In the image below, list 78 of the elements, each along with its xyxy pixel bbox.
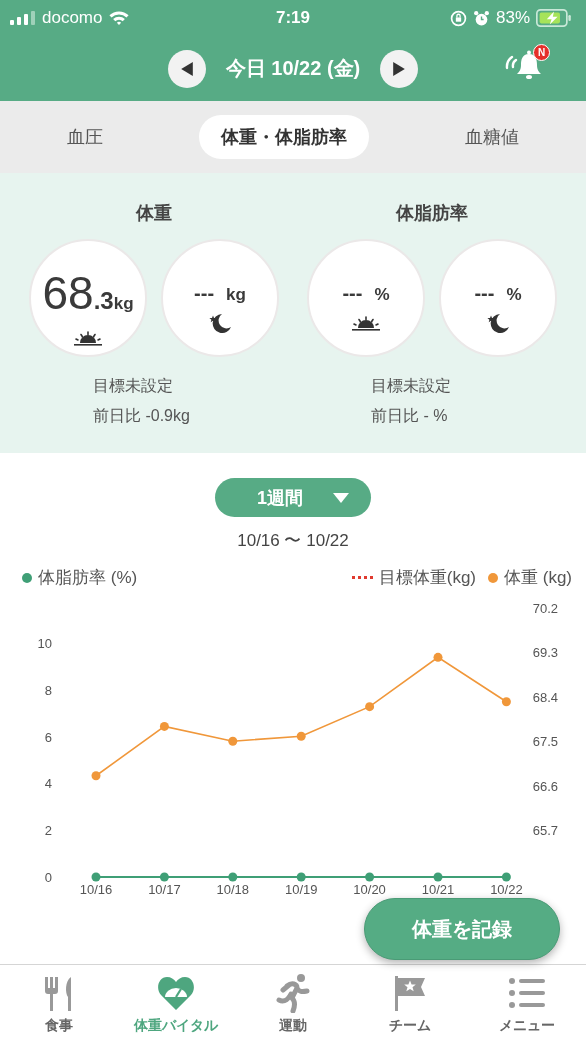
data-point bbox=[159, 721, 169, 731]
metric-title: 体脂肪率 bbox=[396, 202, 468, 225]
data-point bbox=[433, 872, 443, 882]
date-range: 10/16 〜 10/22 bbox=[237, 530, 349, 552]
category-tab[interactable]: 血圧 bbox=[45, 115, 125, 159]
nav-tab[interactable]: メニュー bbox=[468, 965, 586, 1042]
day-difference: 前日比 - % bbox=[371, 406, 449, 426]
rotation-lock-icon bbox=[449, 9, 467, 27]
metric-title: 体重 bbox=[136, 202, 172, 225]
nav-tab[interactable]: 運動 bbox=[234, 965, 352, 1042]
left-triangle-icon bbox=[180, 61, 193, 76]
sunrise-icon bbox=[73, 330, 103, 348]
axis-tick-label: 10/22 bbox=[490, 882, 523, 897]
axis-tick-label: 10 bbox=[37, 636, 52, 651]
axis-tick-label: 4 bbox=[44, 776, 52, 792]
reading-circle[interactable]: 68.3kg bbox=[29, 239, 147, 357]
data-point bbox=[91, 872, 101, 882]
legend-label: 目標体重(kg) bbox=[378, 567, 476, 589]
next-day-button[interactable] bbox=[380, 49, 419, 88]
goal-status: 目標未設定 bbox=[371, 376, 452, 396]
previous-day-button[interactable] bbox=[167, 49, 206, 88]
alarm-icon bbox=[472, 9, 490, 27]
axis-tick-label: 69.3 bbox=[532, 645, 558, 661]
data-point bbox=[433, 652, 443, 662]
battery-percent: 83% bbox=[495, 8, 530, 28]
reading-value: --- % bbox=[474, 281, 522, 305]
moon-star-icon bbox=[209, 312, 231, 333]
notification-bell-icon[interactable] bbox=[504, 48, 544, 82]
battery-icon bbox=[536, 9, 572, 27]
axis-tick-label: 6 bbox=[44, 729, 52, 745]
data-point bbox=[296, 731, 306, 741]
data-point bbox=[501, 872, 511, 882]
carrier-name: docomo bbox=[42, 8, 103, 28]
data-point bbox=[159, 872, 169, 882]
axis-tick-label: 68.4 bbox=[532, 689, 558, 705]
data-point bbox=[228, 872, 238, 882]
data-point bbox=[228, 736, 238, 746]
axis-tick-label: 2 bbox=[44, 823, 52, 839]
data-point bbox=[365, 872, 375, 882]
reading-value: --- kg bbox=[194, 281, 246, 305]
moon-star-icon bbox=[487, 312, 509, 333]
reading-circle[interactable]: --- kg bbox=[161, 239, 279, 357]
notification-badge: N bbox=[533, 44, 550, 61]
axis-tick-label: 70.2 bbox=[532, 601, 558, 616]
right-triangle-icon bbox=[393, 61, 406, 76]
data-point bbox=[296, 872, 306, 882]
category-tab[interactable]: 血糖値 bbox=[443, 115, 541, 159]
axis-tick-label: 10/16 bbox=[79, 882, 113, 897]
current-date: 今日 10/22 (金) bbox=[225, 56, 361, 81]
axis-tick-label: 0 bbox=[44, 870, 52, 885]
reading-circle[interactable]: --- % bbox=[307, 239, 425, 357]
axis-tick-label: 67.5 bbox=[532, 734, 558, 750]
reading-circle[interactable]: --- % bbox=[439, 239, 557, 357]
data-point bbox=[365, 702, 375, 712]
caret-icon bbox=[333, 492, 349, 503]
axis-tick-label: 10/20 bbox=[353, 882, 386, 897]
axis-tick-label: 10/18 bbox=[216, 882, 250, 897]
legend-label: 体重 (kg) bbox=[504, 567, 572, 589]
data-point bbox=[501, 697, 511, 707]
legend-label: 体脂肪率 (%) bbox=[38, 567, 138, 589]
signal-icon bbox=[10, 11, 36, 25]
nav-tab[interactable]: 食事 bbox=[0, 965, 118, 1042]
reading-value: 68.3kg bbox=[42, 266, 134, 320]
axis-tick-label: 65.7 bbox=[532, 823, 558, 838]
axis-tick-label: 66.6 bbox=[532, 778, 558, 794]
day-difference: 前日比 -0.9kg bbox=[93, 406, 191, 426]
category-tab[interactable]: 体重・体脂肪率 bbox=[199, 115, 369, 159]
reading-value: --- % bbox=[342, 281, 390, 305]
axis-tick-label: 10/19 bbox=[284, 882, 318, 897]
nav-tab[interactable]: チーム bbox=[351, 965, 469, 1042]
wifi-icon bbox=[108, 10, 131, 26]
axis-tick-label: 10/21 bbox=[421, 882, 455, 897]
goal-status: 目標未設定 bbox=[93, 376, 174, 396]
axis-tick-label: 10/17 bbox=[148, 882, 181, 897]
sunrise-icon bbox=[351, 314, 381, 333]
axis-tick-label: 8 bbox=[44, 682, 52, 698]
data-point bbox=[91, 771, 101, 781]
status-time: 7:19 bbox=[276, 8, 310, 28]
